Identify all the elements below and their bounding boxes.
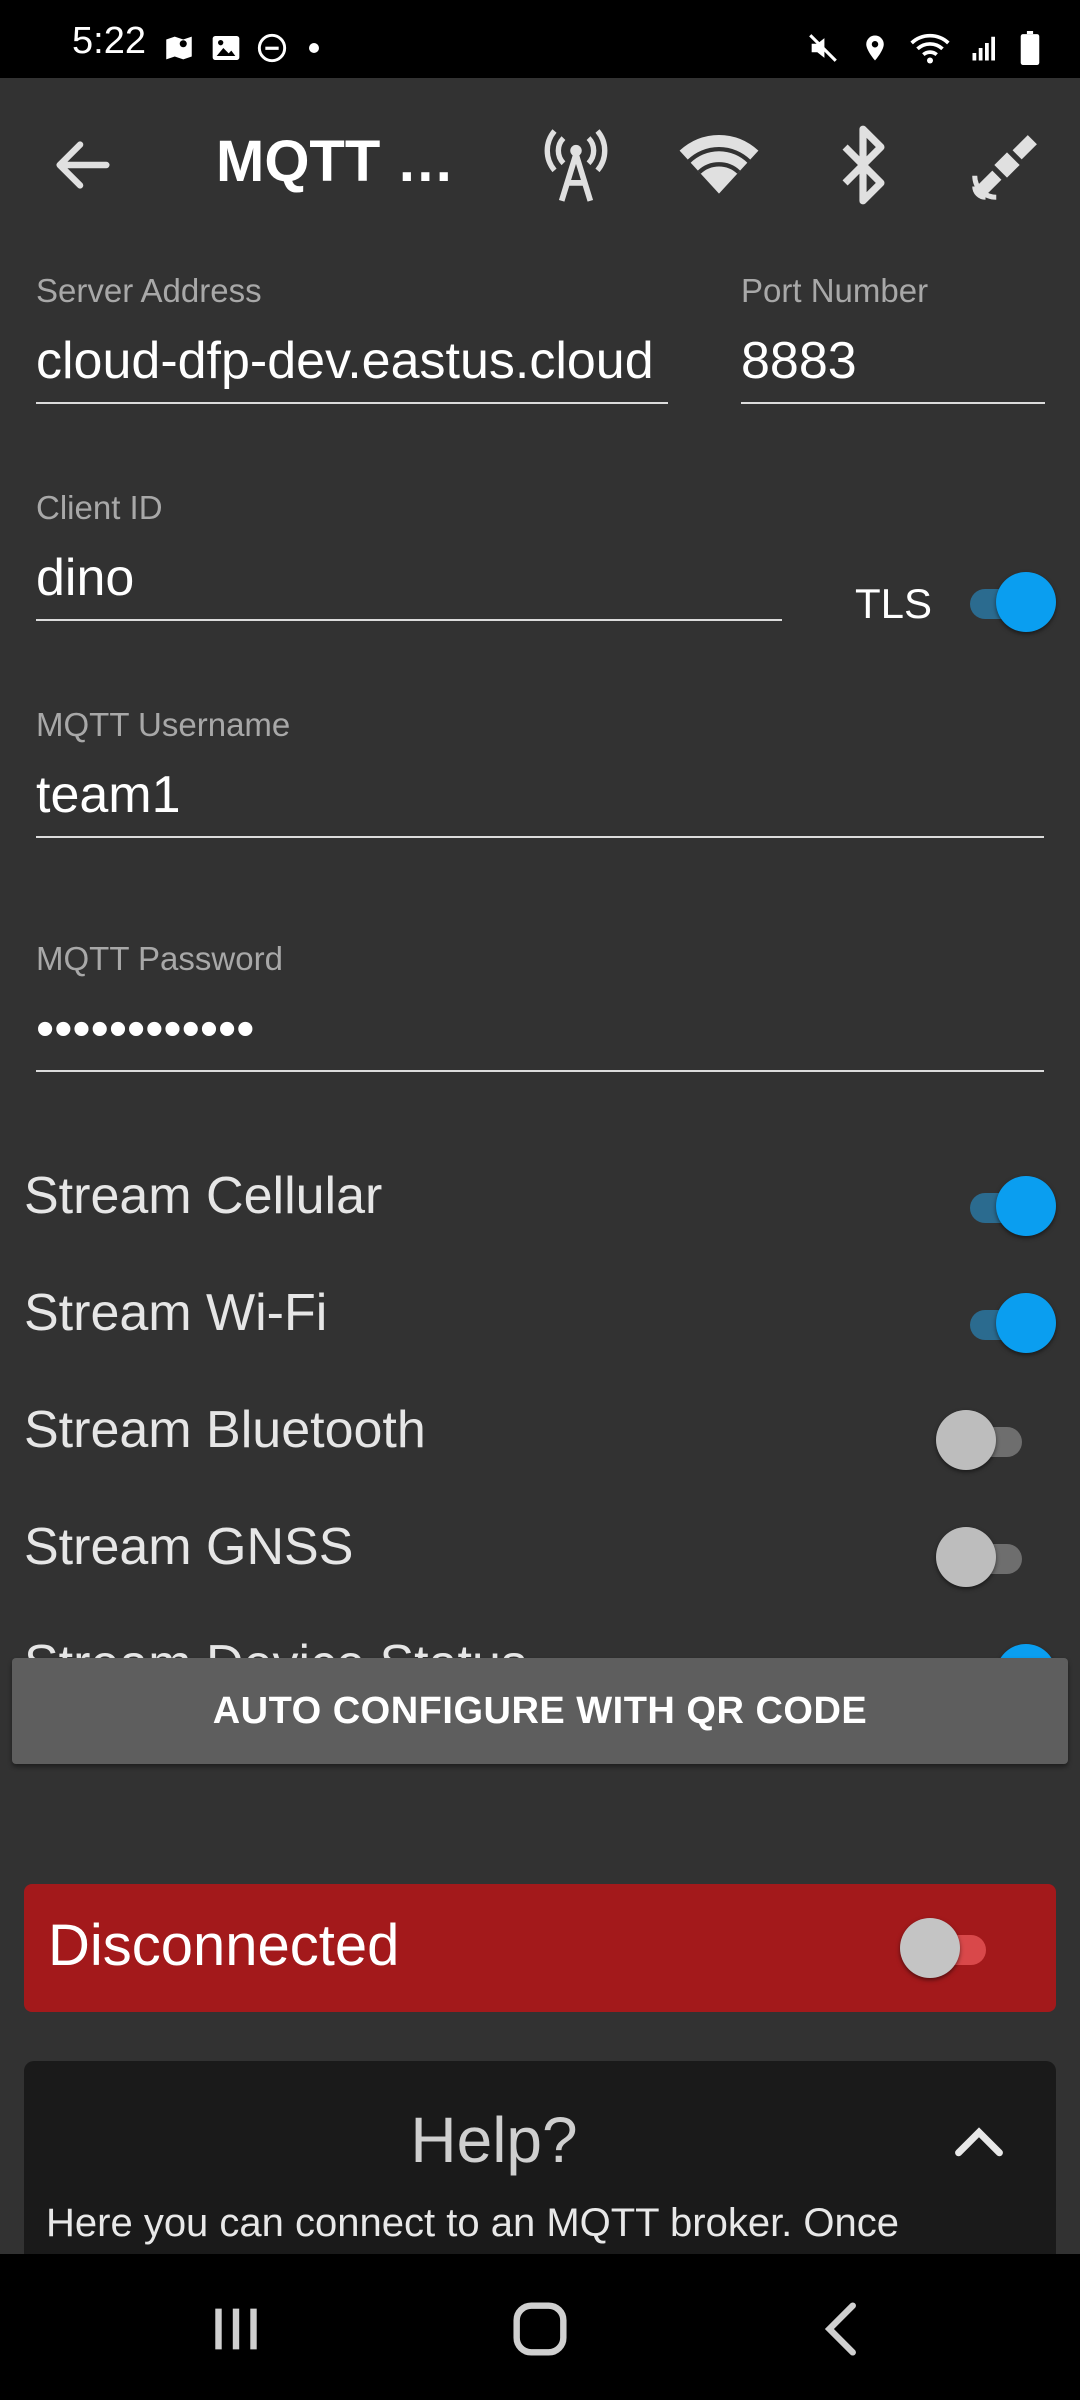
connection-card: Disconnected bbox=[24, 1884, 1056, 2012]
password-underline bbox=[36, 1070, 1044, 1072]
password-field[interactable]: MQTT Password •••••••••••• bbox=[36, 940, 1044, 1072]
status-time: 5:22 bbox=[72, 20, 146, 62]
stream-bluetooth-label: Stream Bluetooth bbox=[24, 1401, 426, 1459]
battery-icon bbox=[1020, 31, 1040, 65]
username-field[interactable]: MQTT Username team1 bbox=[36, 706, 1044, 838]
cell-tower-icon[interactable] bbox=[533, 122, 619, 208]
recents-icon[interactable] bbox=[196, 2294, 276, 2364]
home-icon[interactable] bbox=[500, 2294, 580, 2364]
port-number-input[interactable]: 8883 bbox=[741, 328, 1045, 394]
stream-gnss-label: Stream GNSS bbox=[24, 1518, 354, 1576]
wifi-icon[interactable] bbox=[676, 122, 762, 208]
port-number-field[interactable]: Port Number 8883 bbox=[741, 272, 1045, 404]
mqtt-screen: MQTT B... Server Address cloud-dfp-dev.e… bbox=[0, 78, 1080, 2254]
bluetooth-icon[interactable] bbox=[820, 122, 906, 208]
stream-cellular-toggle[interactable] bbox=[956, 1176, 1056, 1236]
server-address-label: Server Address bbox=[36, 272, 262, 309]
signal-icon bbox=[972, 36, 995, 61]
toggle-knob bbox=[936, 1410, 996, 1470]
maps-icon bbox=[166, 36, 192, 60]
server-address-field[interactable]: Server Address cloud-dfp-dev.eastus.clou… bbox=[36, 272, 668, 404]
username-input[interactable]: team1 bbox=[36, 762, 1044, 828]
help-card: Help? Here you can connect to an MQTT br… bbox=[24, 2061, 1056, 2254]
page-title: MQTT B... bbox=[216, 129, 486, 194]
toolbar: MQTT B... bbox=[0, 78, 1080, 244]
toggle-knob bbox=[996, 1176, 1056, 1236]
server-address-input[interactable]: cloud-dfp-dev.eastus.cloud bbox=[36, 328, 668, 394]
dot-icon bbox=[309, 43, 319, 53]
toggle-knob bbox=[996, 1293, 1056, 1353]
toggle-knob bbox=[900, 1918, 960, 1978]
stream-cellular-label: Stream Cellular bbox=[24, 1167, 383, 1225]
gallery-icon bbox=[212, 36, 240, 60]
help-title: Help? bbox=[410, 2104, 578, 2176]
port-number-label: Port Number bbox=[741, 272, 929, 309]
status-bar: 5:22 bbox=[0, 0, 1080, 78]
connection-status-label: Disconnected bbox=[48, 1913, 400, 1978]
navigation-bar bbox=[0, 2254, 1080, 2400]
toggle-knob bbox=[996, 572, 1056, 632]
server-address-underline bbox=[36, 402, 668, 404]
stream-bluetooth-toggle[interactable] bbox=[936, 1410, 1036, 1470]
back-icon[interactable] bbox=[804, 2294, 884, 2364]
username-label: MQTT Username bbox=[36, 706, 291, 743]
stream-wifi-toggle[interactable] bbox=[956, 1293, 1056, 1353]
stream-gnss-toggle[interactable] bbox=[936, 1527, 1036, 1587]
username-underline bbox=[36, 836, 1044, 838]
auto-configure-qr-button[interactable]: AUTO CONFIGURE WITH QR CODE bbox=[12, 1658, 1068, 1764]
dnd-icon bbox=[257, 33, 287, 63]
connection-toggle[interactable] bbox=[900, 1918, 1000, 1978]
chevron-up-icon[interactable] bbox=[944, 2109, 1014, 2179]
password-input[interactable]: •••••••••••• bbox=[36, 996, 1044, 1062]
toggle-knob bbox=[936, 1527, 996, 1587]
client-id-label: Client ID bbox=[36, 489, 163, 526]
tls-toggle[interactable] bbox=[956, 572, 1056, 632]
client-id-input[interactable]: dino bbox=[36, 545, 782, 611]
help-body: Here you can connect to an MQTT broker. … bbox=[46, 2201, 900, 2245]
port-number-underline bbox=[741, 402, 1045, 404]
wifi-icon bbox=[910, 33, 950, 64]
client-id-field[interactable]: Client ID dino bbox=[36, 489, 782, 621]
satellite-icon[interactable] bbox=[964, 122, 1050, 208]
location-icon bbox=[866, 35, 884, 61]
tls-label: TLS bbox=[855, 580, 933, 627]
stream-wifi-label: Stream Wi-Fi bbox=[24, 1284, 328, 1342]
client-id-underline bbox=[36, 619, 782, 621]
back-arrow-icon[interactable] bbox=[48, 130, 118, 200]
mute-icon bbox=[809, 34, 837, 62]
password-label: MQTT Password bbox=[36, 940, 283, 977]
